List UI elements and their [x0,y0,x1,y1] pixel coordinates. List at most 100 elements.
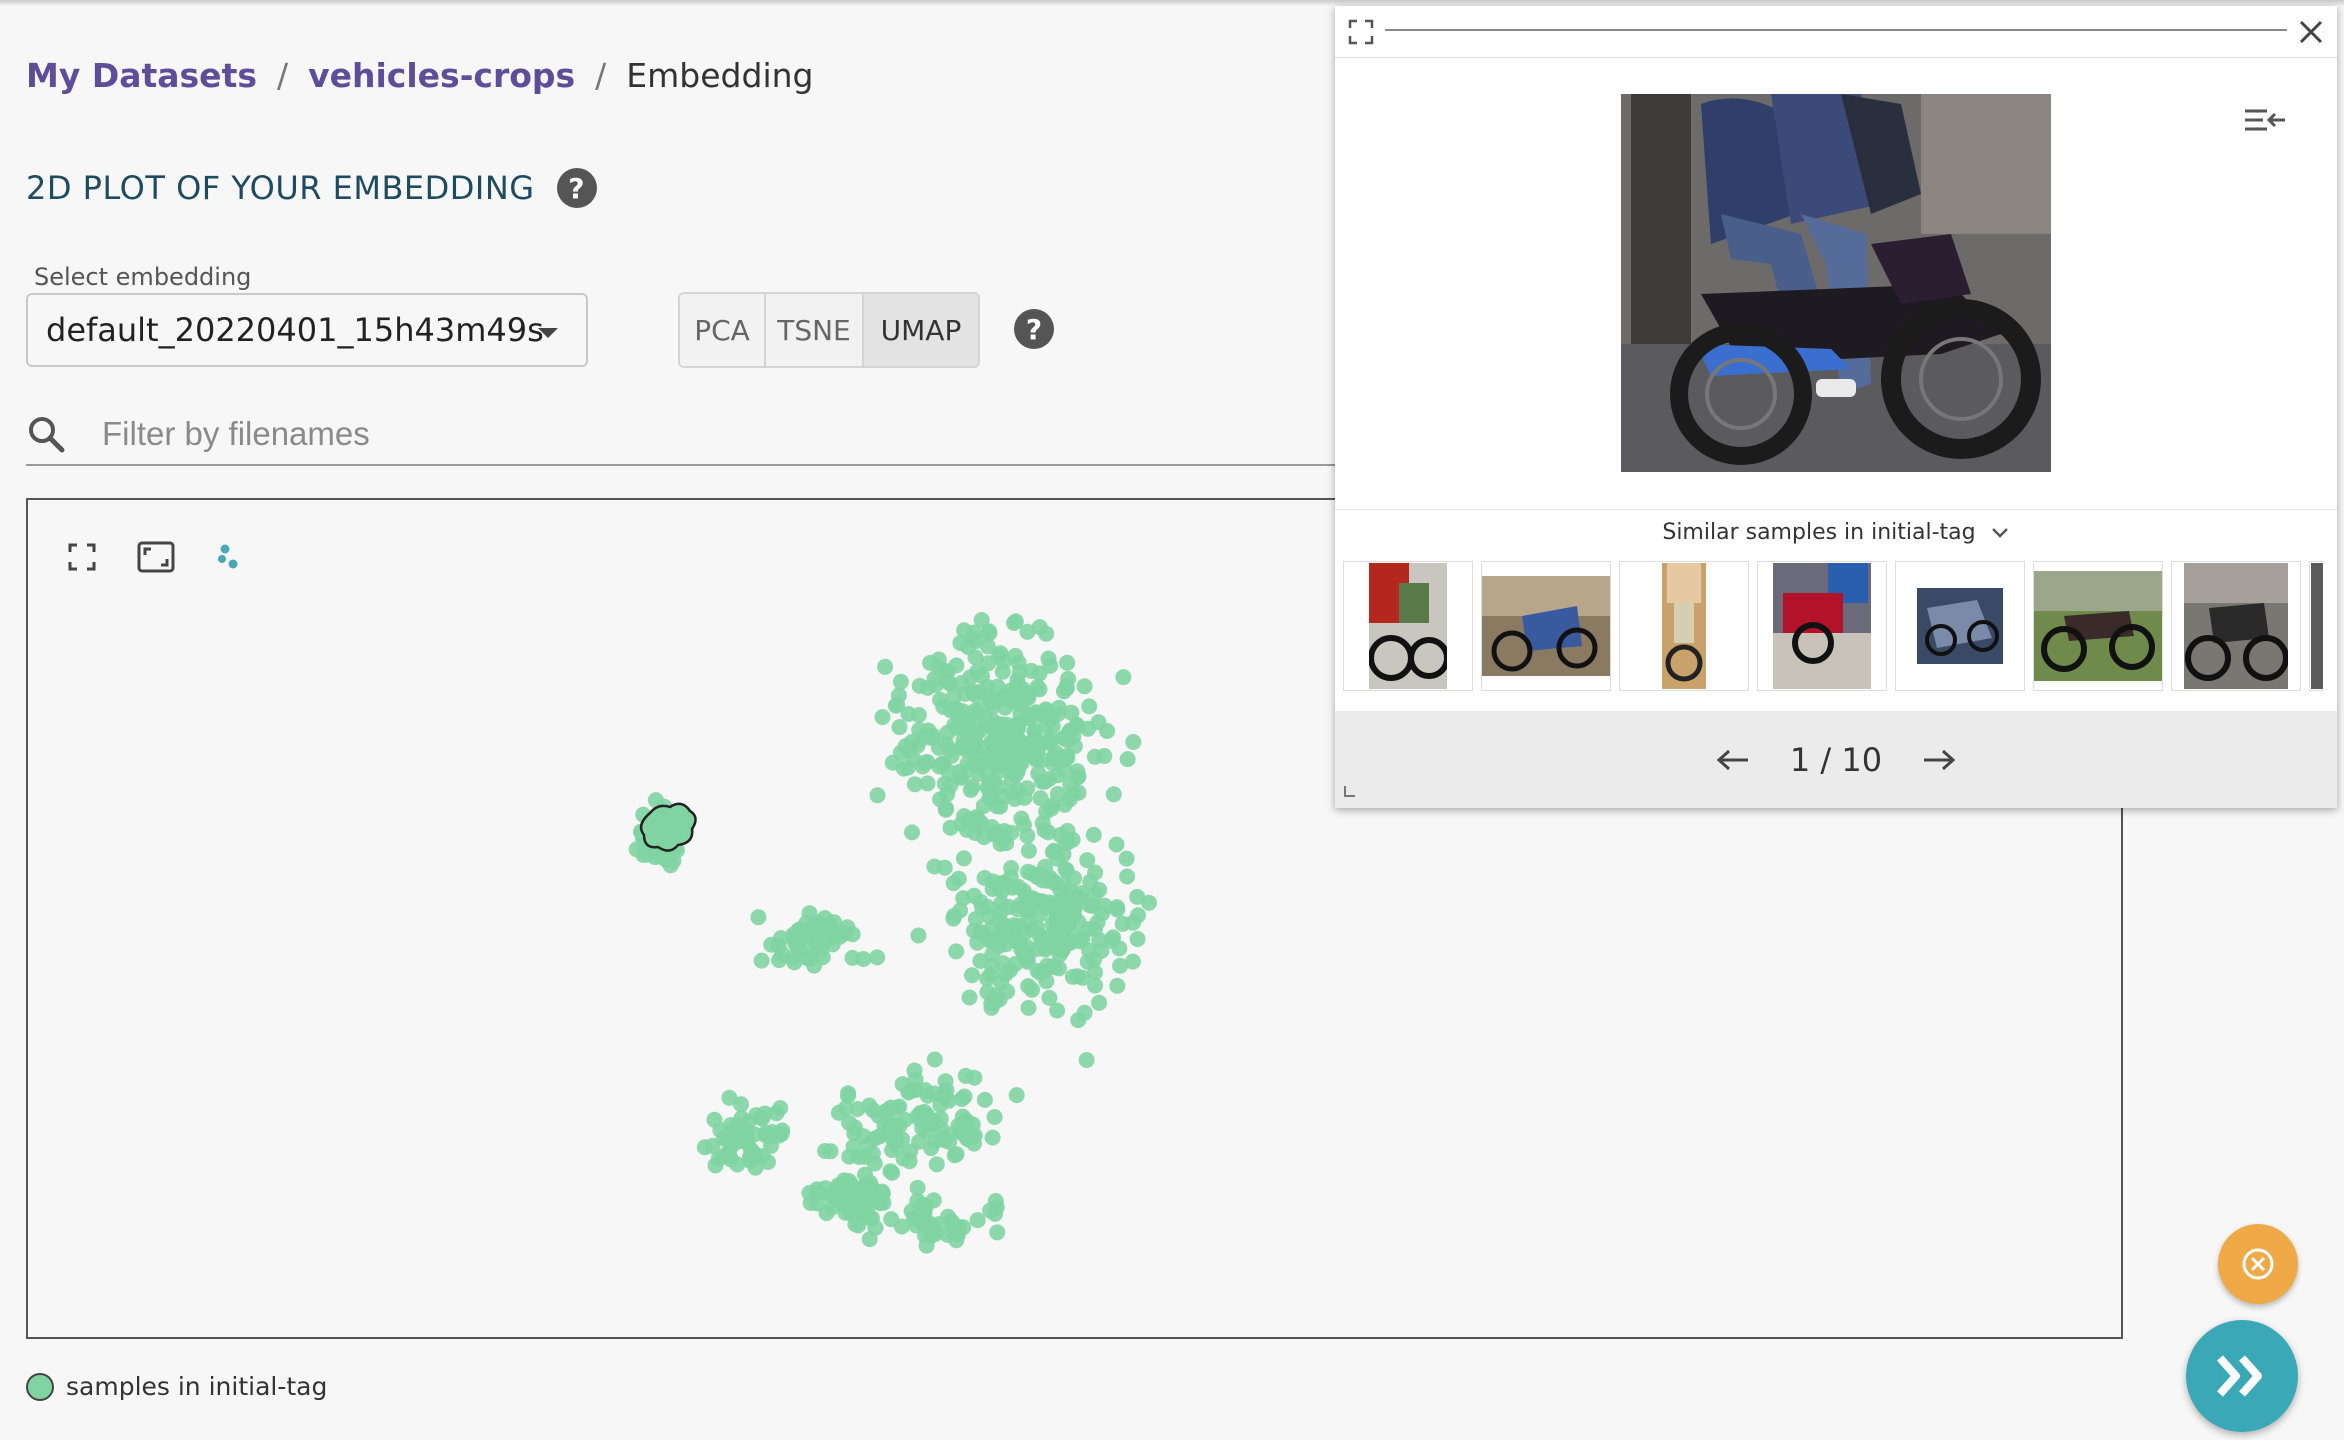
scatter-point[interactable] [1010,878,1027,895]
scatter-point[interactable] [995,916,1012,933]
scatter-point[interactable] [1055,683,1072,700]
scatter-point[interactable] [1009,901,1026,918]
thumbnail[interactable] [2033,561,2163,691]
scatter-point[interactable] [911,1133,928,1150]
scatter-point[interactable] [1049,1002,1066,1019]
scatter-point[interactable] [861,1231,878,1248]
scatter-point[interactable] [1108,836,1125,853]
scatter-point[interactable] [936,1132,953,1149]
scatter-point[interactable] [1129,888,1146,905]
scatter-point[interactable] [967,733,984,750]
scatter-point[interactable] [919,754,936,770]
scatter-point[interactable] [973,814,990,831]
scatter-point[interactable] [809,937,826,954]
scatter-point[interactable] [1029,678,1046,695]
scatter-point[interactable] [850,1149,867,1165]
scatter-point[interactable] [961,989,978,1006]
scatter-point[interactable] [892,673,909,690]
scatter-point[interactable] [1020,978,1037,995]
scatter-point[interactable] [1019,623,1036,640]
help-icon[interactable]: ? [556,168,597,208]
scatter-point[interactable] [1066,927,1083,944]
scatter-point[interactable] [840,1087,856,1104]
scatter-point[interactable] [1019,954,1036,970]
scatter-point[interactable] [906,1062,923,1079]
scatter-point[interactable] [1012,685,1029,702]
scatter-point[interactable] [935,756,952,773]
thumbnail[interactable] [1619,561,1749,691]
clear-selection-button[interactable] [2218,1224,2298,1304]
scatter-point[interactable] [945,875,962,892]
breadcrumb-my-datasets[interactable]: My Datasets [26,56,257,95]
scatter-point[interactable] [995,831,1012,848]
scatter-point[interactable] [976,870,993,886]
scatter-point[interactable] [1076,678,1093,695]
similar-samples-dropdown[interactable]: Similar samples in initial-tag [1335,520,2337,545]
scatter-point[interactable] [1056,752,1073,768]
panel-header[interactable] [1335,6,2337,58]
scatter-point[interactable] [904,824,920,841]
algorithm-help-icon[interactable]: ? [1014,309,1054,349]
scatter-point[interactable] [972,953,989,969]
scatter-point[interactable] [1019,780,1036,797]
scatter-point[interactable] [984,743,1001,760]
scatter-point[interactable] [1096,897,1113,914]
scatter-point[interactable] [1047,875,1064,892]
scatter-point[interactable] [802,1195,819,1211]
scatter-point[interactable] [1119,751,1136,768]
scatter-point[interactable] [942,702,959,719]
scatter-point[interactable] [806,957,823,974]
algorithm-tsne-button[interactable]: TSNE [766,294,864,366]
scatter-point[interactable] [919,775,936,792]
scatter-point[interactable] [919,679,936,696]
scatter-point[interactable] [862,1195,879,1212]
scatter-point[interactable] [998,936,1015,953]
point-size-tool[interactable] [214,541,246,573]
scatter-point[interactable] [864,1210,880,1227]
scatter-point[interactable] [909,737,926,754]
scatter-point[interactable] [1112,957,1129,974]
drag-handle[interactable] [1385,29,2287,31]
scatter-point[interactable] [922,654,939,671]
scatter-point[interactable] [1119,868,1136,885]
expand-icon[interactable] [1347,18,1375,50]
scatter-point[interactable] [918,1237,935,1254]
scatter-point[interactable] [905,1210,922,1227]
thumbnail[interactable] [1343,561,1473,691]
scatter-point[interactable] [970,757,987,774]
scatter-point[interactable] [1012,705,1029,722]
scatter-point[interactable] [958,821,975,838]
scatter-point[interactable] [1040,824,1057,841]
scatter-point[interactable] [936,775,953,792]
thumbnail[interactable] [1757,561,1887,691]
scatter-point[interactable] [1013,810,1030,827]
scatter-point[interactable] [1050,699,1067,716]
breadcrumb-dataset[interactable]: vehicles-crops [308,56,575,95]
scatter-point[interactable] [1032,906,1048,923]
scatter-point[interactable] [1006,615,1022,631]
scatter-point[interactable] [696,1139,713,1156]
scatter-point[interactable] [919,1087,936,1104]
scatter-point[interactable] [1038,803,1055,820]
scatter-point[interactable] [971,701,988,718]
scatter-point[interactable] [1115,669,1132,686]
scatter-point[interactable] [956,1088,973,1105]
scatter-point[interactable] [905,751,922,768]
scatter-point[interactable] [969,1212,986,1229]
scatter-point[interactable] [861,1097,878,1114]
scatter-point[interactable] [992,798,1009,815]
scatter-point[interactable] [768,1105,785,1122]
thumbnail[interactable] [2309,561,2323,691]
scatter-point[interactable] [984,712,1001,729]
scatter-point[interactable] [1034,933,1050,949]
scatter-point[interactable] [877,658,894,675]
scatter-point[interactable] [884,754,901,771]
scatter-point[interactable] [942,819,959,836]
scatter-point[interactable] [982,966,999,983]
close-icon[interactable] [2297,18,2325,50]
filter-input[interactable] [102,415,1202,453]
next-step-button[interactable] [2186,1320,2298,1432]
scatter-point[interactable] [979,678,996,695]
scatter-point[interactable] [914,1120,931,1136]
scatter-point[interactable] [753,952,770,969]
